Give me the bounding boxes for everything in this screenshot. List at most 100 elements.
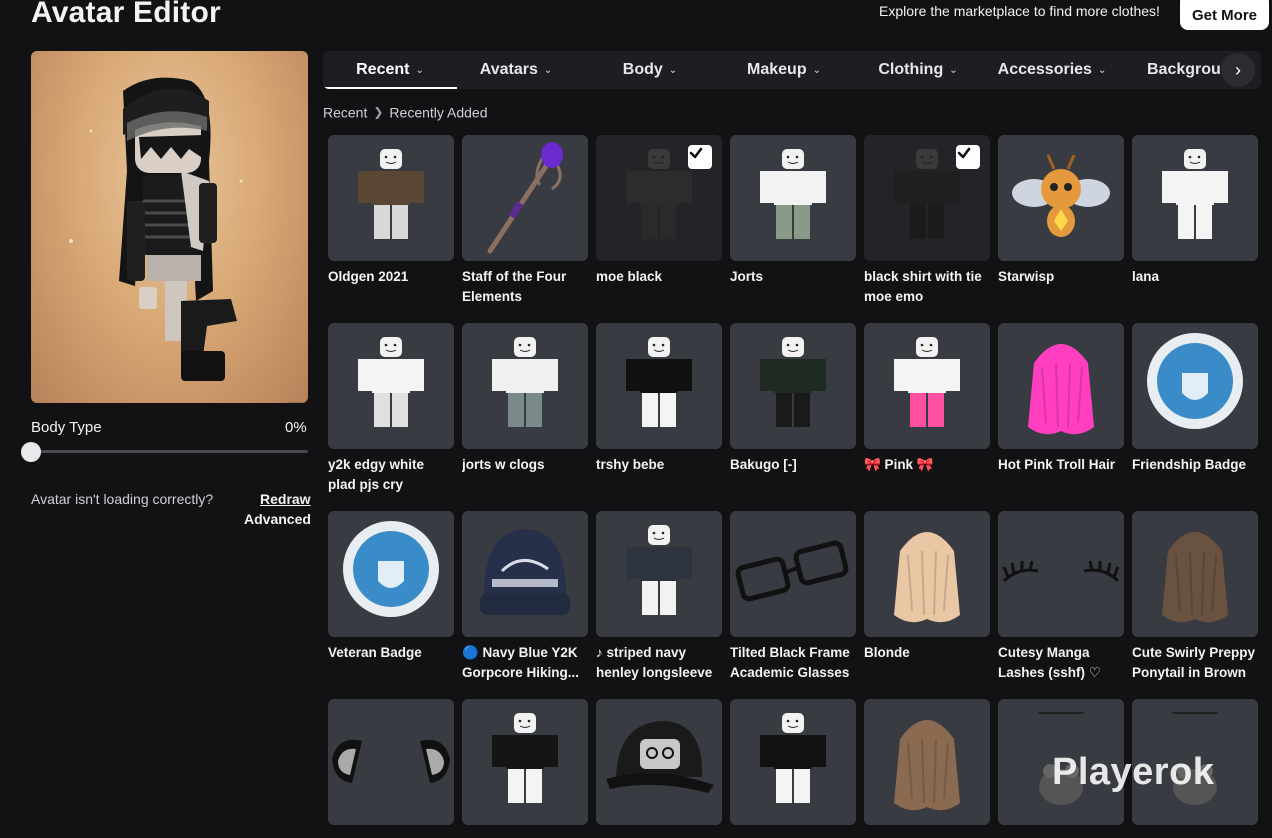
item-card[interactable]: black shirt with tie moe emo bbox=[864, 135, 990, 307]
item-thumbnail[interactable] bbox=[462, 323, 588, 449]
item-name: Hot Pink Troll Hair bbox=[998, 457, 1116, 472]
item-card[interactable]: Starwisp bbox=[998, 135, 1124, 287]
item-card[interactable]: Cutesy Manga Lashes (sshf) ♡ bbox=[998, 511, 1124, 683]
item-card[interactable]: trshy bebe bbox=[596, 323, 722, 475]
item-card[interactable] bbox=[596, 699, 722, 831]
item-card[interactable]: jorts w clogs bbox=[462, 323, 588, 475]
item-thumbnail[interactable] bbox=[864, 511, 990, 637]
item-thumbnail[interactable] bbox=[864, 699, 990, 825]
item-name: Friendship Badge bbox=[1132, 457, 1247, 472]
page-title: Avatar Editor bbox=[31, 0, 221, 29]
item-card[interactable]: ♪ striped navy henley longsleeve bbox=[596, 511, 722, 683]
item-name: ♪ striped navy henley longsleeve bbox=[596, 645, 713, 680]
item-thumbnail[interactable] bbox=[328, 699, 454, 825]
item-thumbnail[interactable] bbox=[462, 135, 588, 261]
item-name: trshy bebe bbox=[596, 457, 665, 472]
tab-makeup[interactable]: Makeup ⌄ bbox=[717, 51, 851, 89]
body-type-value: 0% bbox=[285, 419, 307, 436]
body-type-slider-handle[interactable] bbox=[21, 442, 41, 462]
item-card[interactable] bbox=[864, 699, 990, 831]
item-thumbnail[interactable] bbox=[864, 135, 990, 261]
get-more-button[interactable]: Get More bbox=[1180, 0, 1269, 30]
chevron-right-icon: › bbox=[1235, 59, 1241, 80]
item-card[interactable]: lana bbox=[1132, 135, 1258, 287]
tab-recent[interactable]: Recent ⌄ bbox=[323, 51, 457, 89]
item-thumbnail[interactable] bbox=[328, 323, 454, 449]
item-thumbnail[interactable] bbox=[864, 323, 990, 449]
item-card[interactable]: Cute Swirly Preppy Ponytail in Brown bbox=[1132, 511, 1258, 683]
item-thumbnail[interactable] bbox=[1132, 511, 1258, 637]
checkmark-icon[interactable] bbox=[688, 145, 712, 169]
item-card[interactable]: moe black bbox=[596, 135, 722, 287]
item-thumbnail[interactable] bbox=[462, 511, 588, 637]
item-name: jorts w clogs bbox=[462, 457, 545, 472]
tab-accessories[interactable]: Accessories ⌄ bbox=[985, 51, 1119, 89]
item-thumbnail[interactable] bbox=[998, 323, 1124, 449]
item-thumbnail[interactable] bbox=[998, 511, 1124, 637]
item-name: Blonde bbox=[864, 645, 910, 660]
avatar-figure-icon bbox=[69, 77, 243, 381]
item-card[interactable] bbox=[462, 699, 588, 831]
item-name: 🎀 Pink 🎀 bbox=[864, 457, 934, 472]
item-thumbnail[interactable] bbox=[730, 699, 856, 825]
item-thumbnail[interactable] bbox=[462, 699, 588, 825]
advanced-link[interactable]: Advanced bbox=[244, 511, 311, 527]
item-thumbnail[interactable] bbox=[328, 511, 454, 637]
body-type-slider-track[interactable] bbox=[31, 450, 308, 453]
item-name: lana bbox=[1132, 269, 1160, 284]
item-name: 🔵 Navy Blue Y2K Gorpcore Hiking... bbox=[462, 645, 580, 680]
tab-label: Avatars bbox=[479, 61, 538, 78]
item-card[interactable]: Jorts bbox=[730, 135, 856, 287]
checkmark-icon[interactable] bbox=[956, 145, 980, 169]
tab-clothing[interactable]: Clothing ⌄ bbox=[851, 51, 985, 89]
tab-label: Backgrour bbox=[1147, 61, 1228, 78]
item-card[interactable]: Staff of the Four Elements bbox=[462, 135, 588, 307]
item-name: Starwisp bbox=[998, 269, 1055, 284]
item-thumbnail[interactable] bbox=[1132, 135, 1258, 261]
item-thumbnail[interactable] bbox=[730, 511, 856, 637]
view-3d-button[interactable]: 3D bbox=[282, 402, 308, 403]
item-card[interactable]: y2k edgy white plad pjs cry scene... bbox=[328, 323, 454, 495]
item-thumbnail[interactable] bbox=[596, 699, 722, 825]
chevron-down-icon: ⌄ bbox=[1097, 64, 1107, 76]
item-thumbnail[interactable] bbox=[596, 511, 722, 637]
tabs-next-button[interactable]: › bbox=[1221, 53, 1255, 87]
item-card[interactable]: Friendship Badge bbox=[1132, 323, 1258, 475]
item-thumbnail[interactable] bbox=[1132, 323, 1258, 449]
redraw-link[interactable]: Redraw bbox=[260, 491, 311, 507]
tab-avatars[interactable]: Avatars ⌄ bbox=[449, 51, 583, 89]
item-thumbnail[interactable] bbox=[730, 135, 856, 261]
item-card[interactable]: Bakugo [-] bbox=[730, 323, 856, 475]
item-card[interactable]: Veteran Badge bbox=[328, 511, 454, 663]
item-thumbnail[interactable] bbox=[730, 323, 856, 449]
item-card[interactable]: Tilted Black Frame Academic Glasses bbox=[730, 511, 856, 683]
item-card[interactable]: 🔵 Navy Blue Y2K Gorpcore Hiking... bbox=[462, 511, 588, 683]
chevron-right-icon: ❯ bbox=[373, 105, 384, 120]
tab-label: Recent bbox=[356, 61, 410, 78]
item-name: moe black bbox=[596, 269, 663, 284]
item-card[interactable]: Oldgen 2021 bbox=[328, 135, 454, 287]
avatar-preview[interactable]: 3D bbox=[31, 51, 308, 403]
chevron-down-icon: ⌄ bbox=[812, 64, 821, 76]
item-thumbnail[interactable] bbox=[998, 135, 1124, 261]
item-card[interactable] bbox=[328, 699, 454, 831]
item-card[interactable] bbox=[730, 699, 856, 831]
item-name: Cute Swirly Preppy Ponytail in Brown bbox=[1132, 645, 1256, 680]
item-name: Staff of the Four Elements bbox=[462, 269, 567, 304]
tab-body[interactable]: Body ⌄ bbox=[583, 51, 717, 89]
breadcrumb: Recent ❯ Recently Added bbox=[323, 103, 488, 120]
item-name: Oldgen 2021 bbox=[328, 269, 409, 284]
breadcrumb-root[interactable]: Recent bbox=[323, 104, 367, 120]
marketplace-hint: Explore the marketplace to find more clo… bbox=[879, 3, 1160, 19]
item-card[interactable]: Blonde bbox=[864, 511, 990, 663]
item-thumbnail[interactable] bbox=[596, 135, 722, 261]
item-card[interactable]: 🎀 Pink 🎀 bbox=[864, 323, 990, 475]
tab-label: Accessories bbox=[997, 61, 1092, 78]
chevron-down-icon: ⌄ bbox=[415, 64, 424, 76]
breadcrumb-current: Recently Added bbox=[389, 104, 488, 121]
chevron-down-icon: ⌄ bbox=[949, 64, 958, 76]
item-thumbnail[interactable] bbox=[596, 323, 722, 449]
item-thumbnail[interactable] bbox=[328, 135, 454, 261]
item-card[interactable]: Hot Pink Troll Hair bbox=[998, 323, 1124, 475]
item-name: Bakugo [-] bbox=[730, 457, 797, 472]
